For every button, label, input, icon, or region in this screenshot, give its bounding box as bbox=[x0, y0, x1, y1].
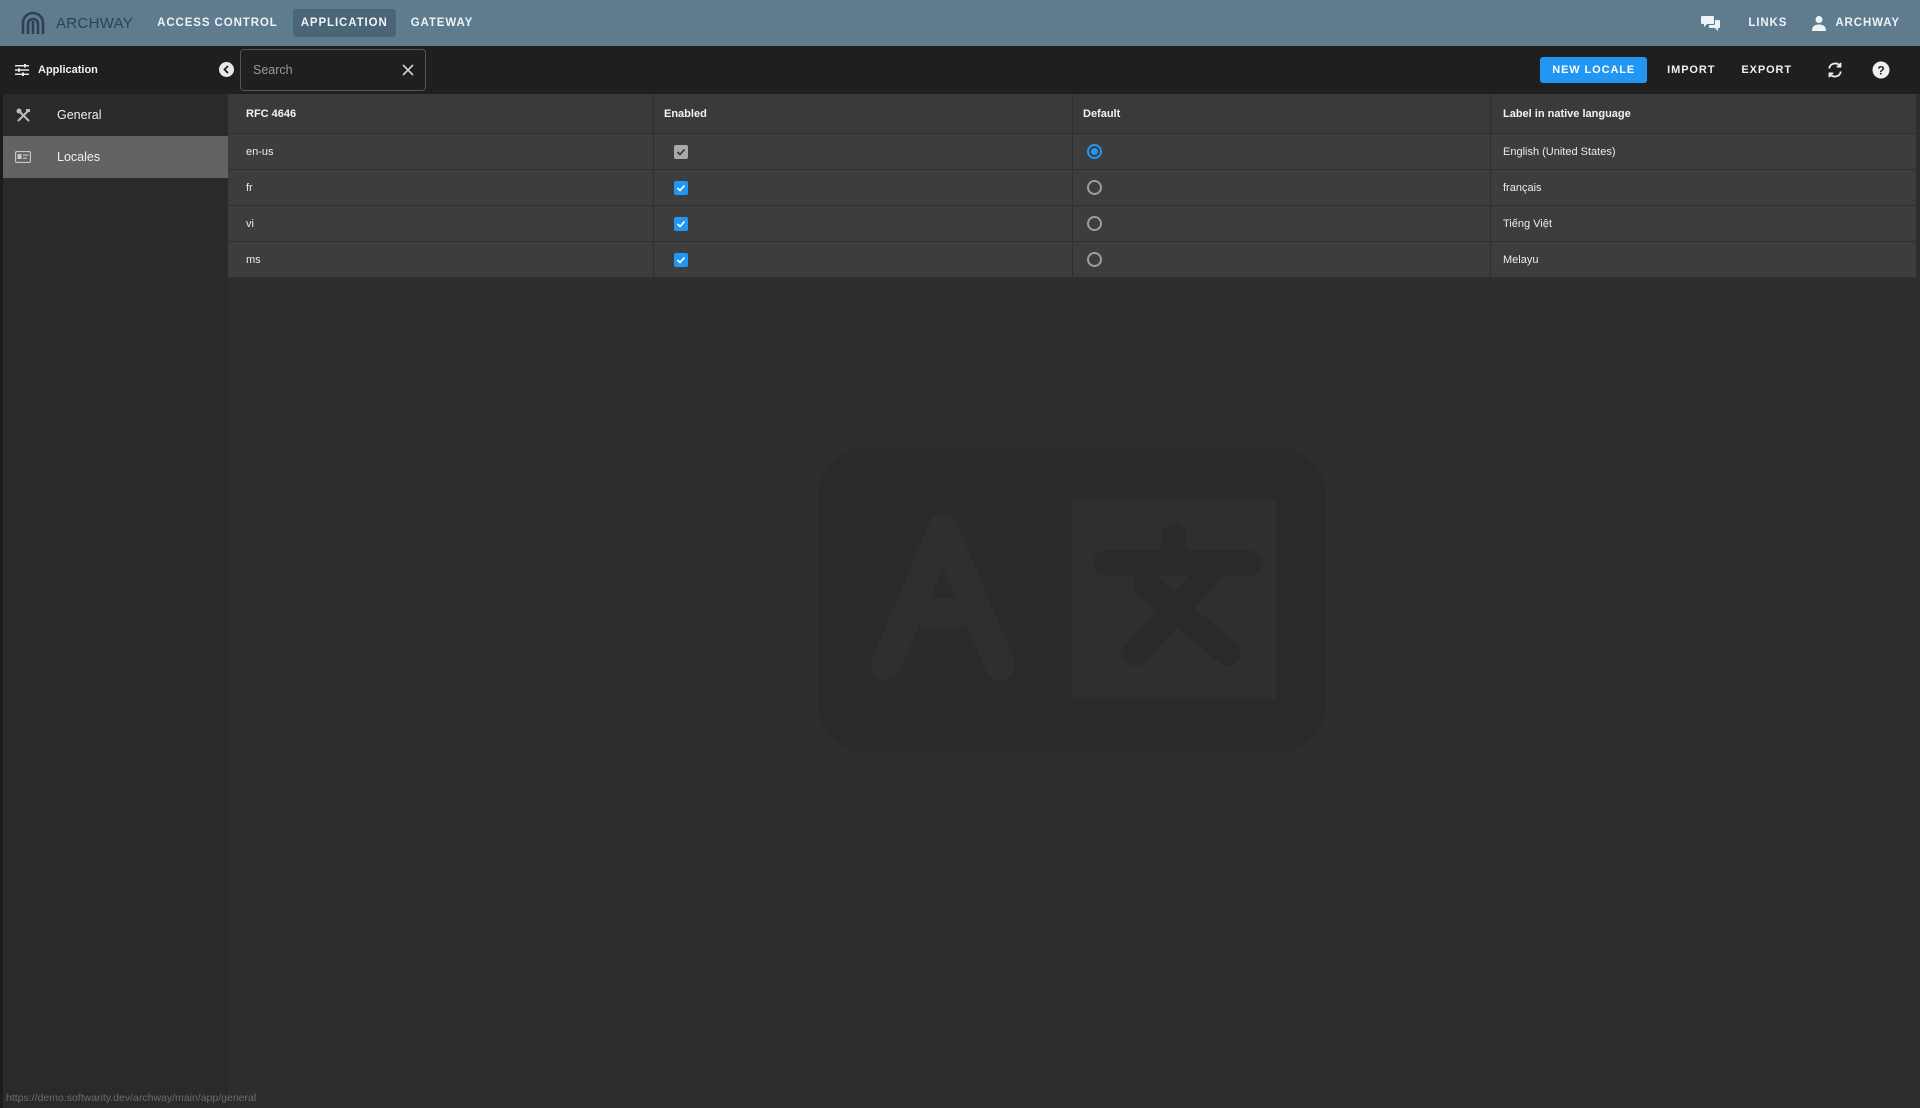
enabled-checkbox[interactable] bbox=[674, 252, 688, 267]
table-header-row: RFC 4646 Enabled Default Label in native… bbox=[228, 94, 1916, 134]
enabled-cell bbox=[654, 134, 1073, 169]
refresh-icon[interactable] bbox=[1824, 59, 1846, 81]
status-url: https://demo.softwarity.dev/archway/main… bbox=[6, 1092, 257, 1104]
check-icon bbox=[676, 184, 686, 192]
enabled-checkbox[interactable] bbox=[674, 144, 688, 159]
search-input[interactable] bbox=[253, 63, 393, 77]
native-label: français bbox=[1503, 181, 1542, 194]
enabled-checkbox[interactable] bbox=[674, 216, 688, 231]
brand[interactable]: ARCHWAY bbox=[20, 0, 133, 46]
enabled-cell bbox=[654, 170, 1073, 205]
default-radio[interactable] bbox=[1087, 216, 1102, 231]
toolbar-actions: NEW LOCALE IMPORT EXPORT ? bbox=[1540, 46, 1902, 94]
toolbar: NEW LOCALE IMPORT EXPORT ? bbox=[228, 46, 1920, 94]
column-header-enabled[interactable]: Enabled bbox=[654, 94, 1073, 133]
table-row[interactable]: ms Melayu bbox=[228, 242, 1916, 278]
brand-name: ARCHWAY bbox=[56, 14, 134, 32]
table-row[interactable]: en-us English (United States) bbox=[228, 134, 1916, 170]
sidebar-item-general[interactable]: General bbox=[3, 94, 228, 136]
column-header-default[interactable]: Default bbox=[1073, 94, 1491, 133]
check-icon bbox=[676, 220, 686, 228]
locales-table: RFC 4646 Enabled Default Label in native… bbox=[228, 94, 1916, 278]
default-cell bbox=[1073, 242, 1491, 277]
enabled-cell bbox=[654, 242, 1073, 277]
nav-application[interactable]: APPLICATION bbox=[292, 9, 396, 37]
sidebar-item-label: General bbox=[57, 108, 102, 122]
locale-code: fr bbox=[228, 170, 654, 205]
import-button[interactable]: IMPORT bbox=[1659, 64, 1723, 76]
tune-icon bbox=[14, 62, 30, 78]
user-name: ARCHWAY bbox=[1835, 17, 1900, 29]
default-cell bbox=[1073, 134, 1491, 169]
table-row[interactable]: fr français bbox=[228, 170, 1916, 206]
locale-code: ms bbox=[228, 242, 654, 277]
tools-icon bbox=[15, 107, 31, 123]
locale-code: vi bbox=[228, 206, 654, 241]
search-box bbox=[240, 49, 426, 91]
column-header-rfc[interactable]: RFC 4646 bbox=[228, 94, 654, 133]
native-label: Tiếng Việt bbox=[1503, 217, 1552, 230]
links-menu[interactable]: LINKS bbox=[1748, 17, 1787, 29]
native-label: Melayu bbox=[1503, 253, 1539, 266]
topbar-actions: LINKS ARCHWAY bbox=[1700, 0, 1900, 46]
translate-watermark-icon bbox=[816, 445, 1328, 755]
person-icon bbox=[1811, 15, 1827, 31]
nav-access-control[interactable]: ACCESS CONTROL bbox=[149, 9, 286, 37]
sidebar-item-label: Locales bbox=[57, 150, 101, 164]
close-icon[interactable] bbox=[401, 63, 415, 77]
user-menu[interactable]: ARCHWAY bbox=[1811, 15, 1900, 31]
enabled-cell bbox=[654, 206, 1073, 241]
native-label: English (United States) bbox=[1503, 145, 1616, 158]
sidebar-header: Application bbox=[0, 46, 228, 94]
help-icon[interactable]: ? bbox=[1870, 59, 1892, 81]
default-cell bbox=[1073, 206, 1491, 241]
svg-text:?: ? bbox=[1877, 63, 1884, 77]
locale-code: en-us bbox=[228, 134, 654, 169]
check-icon bbox=[676, 148, 686, 156]
collapse-sidebar-button[interactable] bbox=[219, 62, 234, 77]
column-header-label[interactable]: Label in native language bbox=[1491, 94, 1916, 133]
check-icon bbox=[676, 256, 686, 264]
default-radio[interactable] bbox=[1087, 252, 1102, 267]
default-cell bbox=[1073, 170, 1491, 205]
sidebar-title: Application bbox=[38, 64, 98, 76]
export-button[interactable]: EXPORT bbox=[1733, 64, 1800, 76]
id-card-icon bbox=[15, 149, 31, 165]
table-row[interactable]: vi Tiếng Việt bbox=[228, 206, 1916, 242]
new-locale-button[interactable]: NEW LOCALE bbox=[1540, 57, 1648, 83]
chevron-left-icon bbox=[223, 65, 229, 74]
default-radio[interactable] bbox=[1087, 144, 1102, 159]
sidebar: General Locales bbox=[0, 94, 228, 1108]
default-radio[interactable] bbox=[1087, 180, 1102, 195]
nav-gateway[interactable]: GATEWAY bbox=[403, 9, 482, 37]
enabled-checkbox[interactable] bbox=[674, 180, 688, 195]
top-app-bar: ARCHWAY ACCESS CONTROL APPLICATION GATEW… bbox=[0, 0, 1920, 46]
archway-logo-icon bbox=[20, 10, 46, 36]
main-nav: ACCESS CONTROL APPLICATION GATEWAY bbox=[149, 0, 488, 46]
chat-icon[interactable] bbox=[1700, 12, 1722, 34]
sidebar-item-locales[interactable]: Locales bbox=[3, 136, 228, 178]
